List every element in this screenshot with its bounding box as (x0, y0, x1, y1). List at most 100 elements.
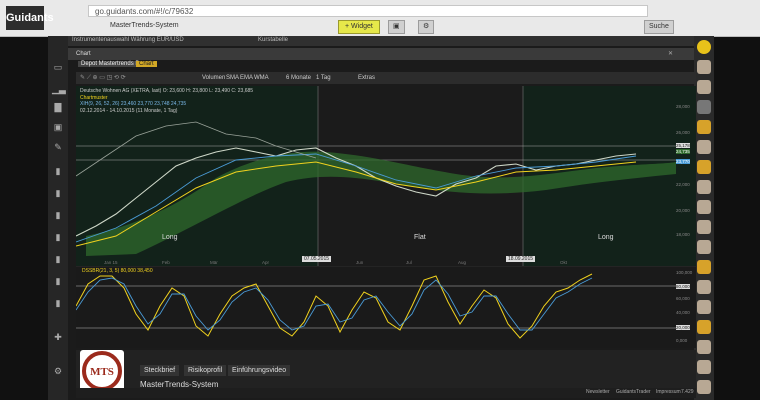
chart-subtabs: Depot Mastertrends Depot Chart (76, 61, 696, 71)
price-chart[interactable]: Deutsche Wohnen AG (XETRA, last) O: 23,6… (75, 86, 696, 266)
tab-instrument[interactable]: Instrumentenauswahl Währung EUR/USD (72, 37, 184, 43)
y-tick: 40,000 (676, 310, 690, 315)
bookmark-icon[interactable] (697, 160, 711, 174)
avatar[interactable] (697, 240, 711, 254)
avatar[interactable] (697, 80, 711, 94)
avatar[interactable] (697, 360, 711, 374)
search-button[interactable]: Suche (644, 20, 674, 34)
wma-button[interactable]: WMA (254, 72, 269, 84)
y-tick: 20,000 (676, 208, 690, 213)
settings-button[interactable]: ⚙ (418, 20, 435, 34)
x-tick: Apr (262, 260, 270, 265)
x-tick: Okt (560, 260, 568, 265)
workspace-title[interactable]: MasterTrends-System (110, 20, 179, 32)
x-tick: Jun (356, 260, 364, 265)
left-rail: ▭ ▁▃ ▇ ▣ ✎ ▮ ▮ ▮ ▮ ▮ ▮ ▮ ✚ ⚙ (48, 36, 68, 400)
bookmark-icon[interactable] (697, 120, 711, 134)
plus-icon[interactable]: ✚ (52, 332, 64, 342)
gear-icon[interactable]: ⚙ (52, 366, 64, 376)
chart-toolbar: ✎ ⟋ ⊕ ▭ ◳ ⟲ ⟳ Volumen SMA EMA WMA 6 Mona… (76, 72, 696, 84)
alert-icon[interactable] (697, 40, 711, 54)
tab-chart[interactable]: Chart (136, 61, 157, 67)
oscillator-svg (75, 265, 696, 339)
drawing-tools[interactable]: ✎ ⟋ ⊕ ▭ ◳ ⟲ ⟳ (80, 72, 126, 84)
tab-steckbrief[interactable]: Steckbrief (140, 365, 180, 376)
footer-link[interactable]: Impressum (656, 389, 681, 395)
price-box: 24,735 (676, 149, 690, 154)
y-tick: 18,000 (676, 232, 690, 237)
dss-line (75, 273, 593, 339)
edit-icon[interactable]: ✎ (52, 142, 64, 152)
legend-date-range: 02.12.2014 - 14.10.2015 (11 Monate, 1 Ta… (80, 107, 178, 114)
tab-risikoprofil[interactable]: Risikoprofil (184, 365, 227, 376)
bookmark-icon[interactable]: ▮ (52, 254, 64, 264)
footer-link[interactable]: Newsletter (586, 389, 610, 395)
period-select[interactable]: 6 Monate (286, 72, 311, 84)
oscillator-panel[interactable]: DSSBR(21, 3, 5) 80,000 38,450 100,000 80… (75, 265, 696, 348)
avatar[interactable] (697, 220, 711, 234)
avatar[interactable] (697, 60, 711, 74)
y-tick: 20,000 (676, 325, 690, 330)
left-bezel (0, 0, 48, 400)
avatar[interactable] (697, 100, 711, 114)
avatar[interactable] (697, 340, 711, 354)
bookmark-icon[interactable]: ▮ (52, 232, 64, 242)
interval-select[interactable]: 1 Tag (316, 72, 331, 84)
mts-logo-svg: MTS (82, 351, 122, 391)
brand-logo: Guidants (6, 6, 54, 30)
avatar[interactable] (697, 200, 711, 214)
bookmark-icon[interactable]: ▮ (52, 188, 64, 198)
bar-chart-icon[interactable]: ▇ (52, 102, 64, 112)
play-icon[interactable] (697, 260, 711, 274)
tab-einfuehrungsvideo[interactable]: Einführungsvideo (228, 365, 291, 376)
bookmark-icon[interactable] (697, 320, 711, 334)
legend-instrument: Deutsche Wohnen AG (XETRA, last) O: 23,6… (80, 88, 254, 94)
y-tick: 22,000 (676, 182, 690, 187)
chart-icon[interactable]: ▁▃ (52, 84, 66, 94)
oscillator-y-axis: 100,000 80,000 60,000 40,000 20,000 0,00… (676, 266, 696, 348)
ema-button[interactable]: EMA (240, 72, 253, 84)
x-tick: Feb (162, 260, 170, 265)
volume-button[interactable]: Volumen (202, 72, 225, 84)
price-box: 23,770 (676, 159, 690, 164)
bookmark-icon[interactable]: ▮ (52, 276, 64, 286)
monitor-icon[interactable]: ▭ (52, 62, 64, 72)
avatar[interactable] (697, 180, 711, 194)
footer-link[interactable]: GuidantsTrader (616, 389, 651, 395)
avatar[interactable] (697, 380, 711, 394)
extras-button[interactable]: Extras (358, 72, 375, 84)
address-bar[interactable]: go.guidants.com/#!/c/79632 (88, 5, 648, 17)
bookmark-icon[interactable]: ▮ (52, 298, 64, 308)
chart-window-title: Chart (76, 51, 91, 57)
price-box: 25,178 (676, 143, 690, 148)
widget-tabs: Instrumentenauswahl Währung EUR/USD Kurs… (68, 36, 694, 46)
sma-button[interactable]: SMA (226, 72, 239, 84)
mts-logo: MTS (80, 350, 124, 392)
avatar[interactable] (697, 280, 711, 294)
layout-button[interactable]: ▣ (388, 20, 405, 34)
x-tick: Aug (458, 260, 467, 265)
avatar[interactable] (697, 300, 711, 314)
close-icon[interactable]: ✕ (668, 48, 673, 60)
bookmark-icon[interactable]: ▮ (52, 166, 64, 176)
y-tick: 60,000 (676, 296, 690, 301)
tab-kurstabelle[interactable]: Kurstabelle (258, 37, 288, 43)
chart-window-header: Chart ✕ (68, 48, 694, 60)
avatar[interactable] (697, 140, 711, 154)
right-rail (694, 36, 714, 400)
y-axis: 28,000 26,000 22,000 20,000 18,000 25,17… (676, 86, 696, 266)
zone-label-long: Long (162, 234, 178, 241)
x-tick: Jan 15 (104, 260, 118, 265)
briefcase-icon[interactable]: ▣ (52, 122, 64, 132)
chart-legend: Deutsche Wohnen AG (XETRA, last) O: 23,6… (80, 88, 253, 114)
oscillator-label: DSSBR(21, 3, 5) 80,000 38,450 (82, 268, 153, 274)
bookmark-icon[interactable]: ▮ (52, 210, 64, 220)
logo-text: MTS (90, 366, 114, 378)
y-tick: 0,000 (676, 338, 688, 343)
add-widget-button[interactable]: + Widget (338, 20, 380, 34)
browser-chrome: Guidants go.guidants.com/#!/c/79632 Mast… (0, 0, 760, 37)
zone-label-long: Long (598, 234, 614, 241)
x-tick: Jul (406, 260, 412, 265)
y-tick: 28,000 (676, 104, 690, 109)
y-tick: 100,000 (676, 270, 693, 275)
